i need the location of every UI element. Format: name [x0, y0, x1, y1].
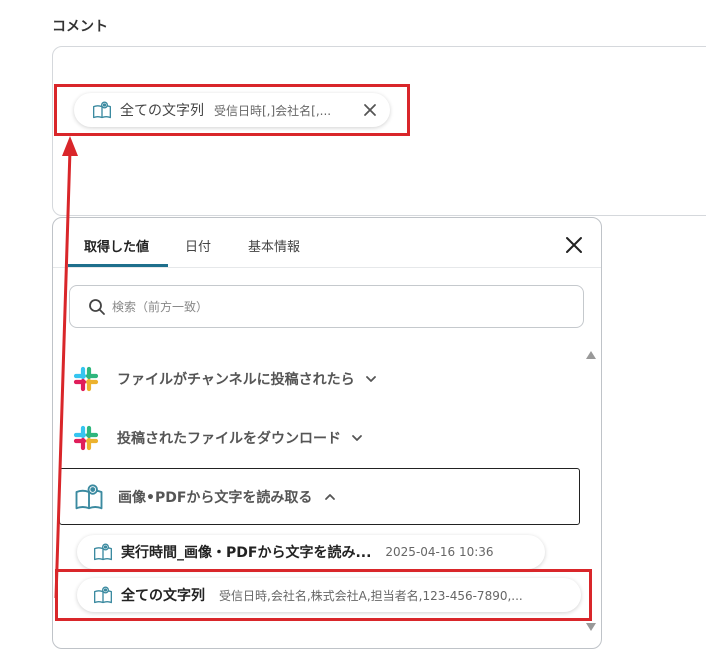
chip-value: 受信日時[,]会社名[,...: [214, 103, 332, 118]
tab-acquired-values[interactable]: 取得した値: [84, 236, 149, 255]
result-name: 全ての文字列: [121, 588, 205, 604]
section-file-posted-to-channel[interactable]: ファイルがチャンネルに投稿されたら: [73, 364, 377, 394]
variable-chip-all-text[interactable]: 全ての文字列 受信日時[,]会社名[,...: [74, 93, 390, 127]
close-icon[interactable]: [565, 236, 583, 254]
comment-label: コメント: [52, 19, 108, 35]
result-chip-all-text[interactable]: 全ての文字列 受信日時,会社名,株式会社A,担当者名,123-456-7890,…: [77, 578, 581, 612]
section-ocr-image-pdf[interactable]: 画像•PDFから文字を読み取る: [59, 468, 580, 525]
chevron-down-icon: [352, 435, 362, 441]
section-label: 投稿されたファイルをダウンロード: [117, 431, 341, 447]
scroll-up-arrow-icon[interactable]: [586, 351, 596, 359]
book-eye-icon: [75, 483, 103, 509]
section-label: ファイルがチャンネルに投稿されたら: [117, 372, 355, 388]
active-tab-indicator: [68, 264, 168, 267]
comment-input[interactable]: [52, 46, 706, 216]
result-chip-execution-time[interactable]: 実行時間_画像・PDFから文字を読み... 2025-04-16 10:36: [77, 535, 545, 569]
result-value: 受信日時,会社名,株式会社A,担当者名,123-456-7890,...: [219, 588, 523, 603]
chip-name: 全ての文字列: [120, 103, 204, 119]
search-icon: [89, 298, 105, 315]
scroll-down-arrow-icon[interactable]: [586, 623, 596, 631]
search-placeholder: 検索（前方一致）: [112, 300, 209, 314]
chevron-up-icon: [325, 493, 336, 500]
tab-basic-info[interactable]: 基本情報: [248, 236, 300, 255]
close-icon[interactable]: [362, 102, 378, 118]
book-eye-icon: [94, 586, 113, 604]
book-eye-icon: [94, 543, 113, 561]
result-name: 実行時間_画像・PDFから文字を読み...: [121, 545, 372, 561]
slack-icon: [73, 425, 99, 451]
book-eye-icon: [93, 101, 112, 119]
tab-bar: 取得した値 日付 基本情報: [53, 218, 601, 268]
search-input[interactable]: 検索（前方一致）: [69, 285, 584, 328]
section-download-posted-file[interactable]: 投稿されたファイルをダウンロード: [73, 423, 363, 453]
tab-date[interactable]: 日付: [185, 236, 211, 255]
section-label: 画像•PDFから文字を読み取る: [118, 489, 313, 506]
result-value: 2025-04-16 10:36: [385, 545, 494, 559]
chevron-down-icon: [365, 376, 376, 382]
slack-icon: [73, 366, 99, 392]
value-picker-panel: 取得した値 日付 基本情報 検索（前方一致） ファイルがチャンネルに投稿されたら: [52, 217, 602, 649]
